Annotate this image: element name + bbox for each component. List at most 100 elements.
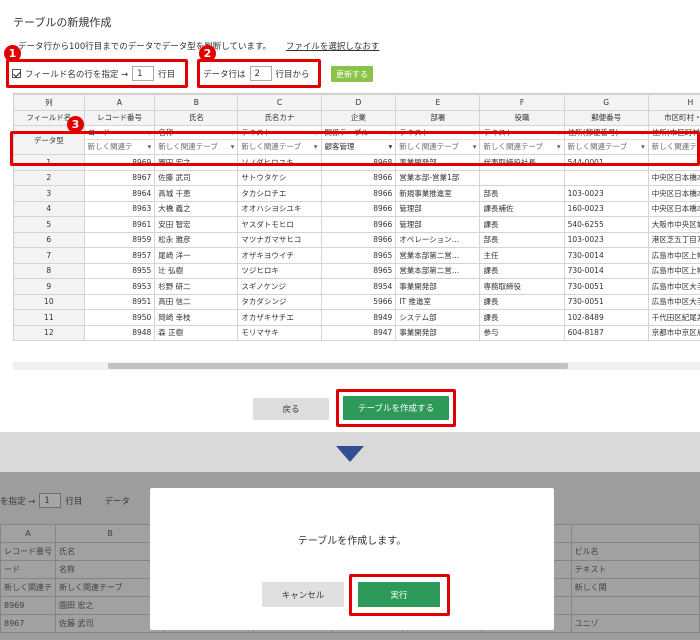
step-badge-3: 3: [67, 116, 84, 133]
table-cell: 8948: [83, 324, 156, 341]
table-row: 11 8950 岡崎 幸枝 オカザキサチエ 8949 システム部 課長 102-8489 千代田…: [13, 309, 700, 326]
column-letter: A: [83, 94, 156, 111]
field-name: 郵便番号: [563, 109, 649, 126]
table-cell: 8965: [320, 262, 397, 279]
table-cell: 課長補佐: [479, 200, 565, 217]
table-cell: 辻 弘樹: [154, 262, 239, 279]
highlight-execute-button: [349, 574, 450, 616]
table-cell: 8953: [83, 278, 156, 295]
step-badge-2: 2: [199, 45, 216, 62]
column-letter: H: [647, 94, 700, 111]
table-cell: 730-0051: [563, 278, 649, 295]
field-name: 氏名カナ: [237, 109, 322, 126]
select-file-link[interactable]: ファイルを選択しなおす: [286, 42, 380, 52]
table-cell: 京都市中京区烏: [647, 324, 700, 341]
table-cell: 160-0023: [563, 200, 649, 217]
table-cell: 8966: [320, 216, 397, 233]
table-cell: 8947: [320, 324, 397, 341]
back-button[interactable]: 戻る: [253, 398, 329, 420]
highlight-data-row-option: [197, 59, 321, 88]
table-cell: オザキヨウイチ: [237, 247, 322, 264]
table-cell: 103-0023: [563, 185, 649, 202]
table-cell: マツナガマサヒコ: [237, 231, 322, 248]
table-cell: 8949: [320, 309, 397, 326]
table-create-screen: テーブルの新規作成 データ行から100行目までのデータでデータ型を判断しています…: [0, 0, 700, 432]
table-cell: 大阪市中央区城: [647, 216, 700, 233]
dialog-message: テーブルを作成します。: [297, 536, 407, 547]
columns-label: 列: [13, 94, 85, 111]
column-letter: E: [395, 94, 481, 111]
table-cell: サトウタケシ: [237, 169, 322, 186]
highlight-create-table-button: [336, 389, 456, 427]
table-cell: 広島市中区大手: [647, 278, 700, 295]
table-cell: モリマサキ: [237, 324, 322, 341]
table-cell: 8955: [83, 262, 156, 279]
column-letter: C: [237, 94, 322, 111]
table-cell: 8954: [320, 278, 397, 295]
table-cell: 課長: [479, 216, 565, 233]
column-letter: G: [563, 94, 649, 111]
column-letter: B: [154, 94, 239, 111]
page-title: テーブルの新規作成: [13, 16, 112, 29]
table-cell: 8951: [83, 293, 156, 310]
table-cell: 部長: [479, 185, 565, 202]
table-cell: 8966: [320, 185, 397, 202]
table-cell: 営業本部第二営…: [395, 247, 481, 264]
table-cell: 8964: [83, 185, 156, 202]
field-name: 氏名: [154, 109, 239, 126]
table-cell: 管理部: [395, 200, 481, 217]
table-cell: 大橋 義之: [154, 200, 239, 217]
field-name: 部署: [395, 109, 481, 126]
table-cell: 8966: [320, 169, 397, 186]
row-number: 6: [13, 231, 85, 248]
table-cell: 営業本部-営業1部: [395, 169, 481, 186]
table-cell: 730-0014: [563, 262, 649, 279]
grid-body: 1 8969 園田 宏之 ソノダヒロユキ 8968 事業開発部 代表取締役社長 544-000…: [13, 154, 700, 341]
table-cell: [479, 169, 565, 186]
table-cell: 8959: [83, 231, 156, 248]
table-cell: 8966: [320, 231, 397, 248]
table-row: 12 8948 森 正樹 モリマサキ 8947 事業開発部 参与 604-8187 京都市中京区…: [13, 324, 700, 341]
table-cell: 杉野 研二: [154, 278, 239, 295]
table-cell: タカダシンジ: [237, 293, 322, 310]
table-cell: 事業開発部: [395, 324, 481, 341]
table-cell: 広島市中区大手: [647, 293, 700, 310]
row-number: 3: [13, 185, 85, 202]
description-text: データ行から100行目までのデータでデータ型を判断しています。: [18, 42, 272, 52]
table-cell: 専務取締役: [479, 278, 565, 295]
table-row: 3 8964 高城 千恵 タカシロチエ 8966 新規事業推進室 部長 103-0023 中央区…: [13, 185, 700, 202]
table-cell: 管理部: [395, 216, 481, 233]
table-cell: 8967: [83, 169, 156, 186]
table-cell: 広島市中区上幟: [647, 247, 700, 264]
row-number: 10: [13, 293, 85, 310]
row-number: 5: [13, 216, 85, 233]
row-number: 7: [13, 247, 85, 264]
table-cell: 604-8187: [563, 324, 649, 341]
table-cell: 広島市中区上幟: [647, 262, 700, 279]
table-cell: オカザキサチエ: [237, 309, 322, 326]
table-row: 5 8961 安田 智宏 ヤスダトモヒロ 8966 管理部 課長 540-6255 大阪市中央区…: [13, 216, 700, 233]
highlight-data-type-row: [10, 131, 700, 166]
table-cell: 103-0023: [563, 231, 649, 248]
table-cell: 730-0051: [563, 293, 649, 310]
table-cell: オオハシヨシユキ: [237, 200, 322, 217]
table-cell: 中央区日本橋本: [647, 185, 700, 202]
arrow-down-icon: [336, 446, 364, 462]
table-cell: 営業本部第二営…: [395, 262, 481, 279]
table-cell: 千代田区紀尾井町: [647, 309, 700, 326]
table-cell: 8966: [320, 200, 397, 217]
row-number: 11: [13, 309, 85, 326]
table-cell: 事業開発部: [395, 278, 481, 295]
table-row: 7 8957 尾崎 洋一 オザキヨウイチ 8965 営業本部第二営… 主任 730-0014 広…: [13, 247, 700, 264]
update-button[interactable]: 更新する: [331, 66, 373, 82]
table-row: 9 8953 杉野 研二 スギノケンジ 8954 事業開発部 専務取締役 730-0051 広島…: [13, 278, 700, 295]
table-cell: 8963: [83, 200, 156, 217]
horizontal-scrollbar[interactable]: [13, 362, 700, 370]
scrollbar-thumb[interactable]: [108, 363, 568, 369]
cancel-button[interactable]: キャンセル: [262, 582, 344, 607]
row-number: 12: [13, 324, 85, 341]
table-cell: 8950: [83, 309, 156, 326]
table-cell: IT 推進室: [395, 293, 481, 310]
table-cell: タカシロチエ: [237, 185, 322, 202]
highlight-field-row-option: [6, 59, 188, 88]
